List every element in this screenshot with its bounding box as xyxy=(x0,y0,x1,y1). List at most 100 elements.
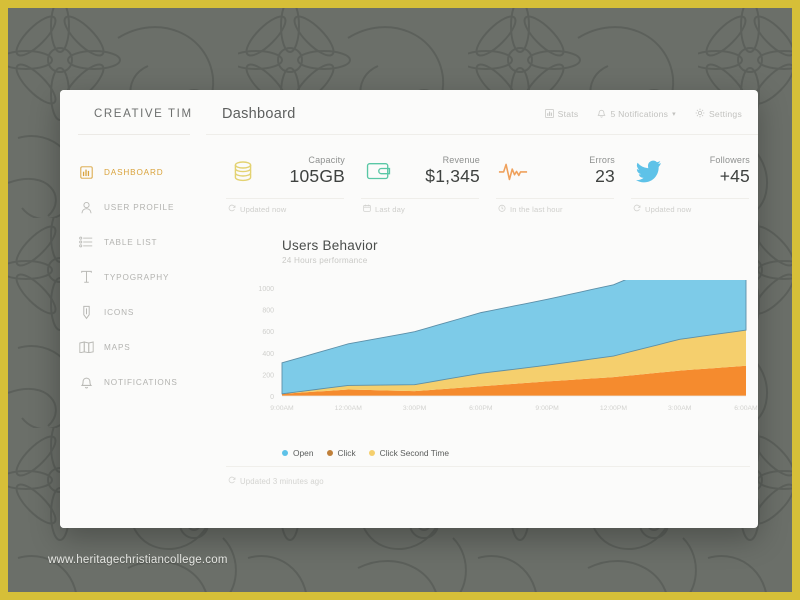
stat-footer-label: In the last hour xyxy=(510,204,563,214)
map-icon xyxy=(73,341,99,353)
legend-item-open[interactable]: Open xyxy=(282,448,314,458)
window-frame: www.heritagechristiancollege.com CREATIV… xyxy=(0,0,800,600)
table-list-icon xyxy=(73,236,99,248)
topnav-label: Stats xyxy=(557,109,579,119)
chart-subtitle: 24 Hours performance xyxy=(282,256,368,265)
svg-text:9:00AM: 9:00AM xyxy=(270,405,294,412)
sidebar-item-label: TYPOGRAPHY xyxy=(104,272,170,282)
stats-row: Capacity 105GB Updated now Revenue $1,34… xyxy=(220,148,758,226)
svg-text:200: 200 xyxy=(262,372,274,379)
svg-text:6:00PM: 6:00PM xyxy=(469,405,493,412)
svg-text:12:00PM: 12:00PM xyxy=(600,405,628,412)
sidebar-item-label: MAPS xyxy=(104,342,131,352)
bell-icon xyxy=(73,375,99,389)
legend-label: Click Second Time xyxy=(379,448,450,458)
stat-card-errors: Errors 23 In the last hour xyxy=(490,148,625,226)
sidebar-item-table-list[interactable]: TABLE LIST xyxy=(60,228,206,256)
stat-card-capacity: Capacity 105GB Updated now xyxy=(220,148,355,226)
dashboard-icon xyxy=(73,165,99,179)
stat-label: Errors xyxy=(589,155,615,165)
stat-footer: Last day xyxy=(363,204,490,214)
bell-icon xyxy=(597,108,606,120)
sidebar-item-label: ICONS xyxy=(104,307,135,317)
topnav-label: Settings xyxy=(708,109,742,119)
chart-title: Users Behavior xyxy=(282,238,378,253)
svg-text:6:00AM: 6:00AM xyxy=(734,405,758,412)
chevron-down-icon: ▾ xyxy=(672,111,676,118)
chart-footer: Updated 3 minutes ago xyxy=(228,476,324,486)
stat-footer: Updated now xyxy=(633,204,758,214)
pulse-icon xyxy=(490,159,536,183)
svg-text:3:00AM: 3:00AM xyxy=(668,405,692,412)
svg-text:9:00PM: 9:00PM xyxy=(535,405,559,412)
chart-panel: Users Behavior 24 Hours performance 0 200… xyxy=(220,238,758,518)
topnav-stats[interactable]: Stats xyxy=(544,108,579,120)
svg-text:3:00PM: 3:00PM xyxy=(403,405,427,412)
stat-divider xyxy=(496,198,614,199)
sidebar-item-typography[interactable]: TYPOGRAPHY xyxy=(60,263,206,291)
pencil-icon xyxy=(73,305,99,320)
svg-text:12:00AM: 12:00AM xyxy=(335,405,363,412)
sidebar-item-label: TABLE LIST xyxy=(104,237,158,247)
database-icon xyxy=(220,158,266,184)
refresh-icon xyxy=(633,204,641,214)
typography-icon xyxy=(73,270,99,284)
top-navigation: Stats 5 Notifications ▾ Settings xyxy=(544,108,742,120)
user-icon xyxy=(73,201,99,214)
sidebar-item-user-profile[interactable]: USER PROFILE xyxy=(60,193,206,221)
stat-footer-label: Updated now xyxy=(240,204,287,214)
refresh-icon xyxy=(228,476,236,486)
sidebar-divider xyxy=(78,134,190,135)
gear-icon xyxy=(695,108,705,120)
page-title: Dashboard xyxy=(222,106,296,122)
sidebar-item-dashboard[interactable]: DASHBOARD xyxy=(60,158,206,186)
sidebar-item-notifications[interactable]: NOTIFICATIONS xyxy=(60,368,206,396)
stat-divider xyxy=(631,198,749,199)
stat-footer-label: Last day xyxy=(375,204,405,214)
stat-value: 105GB xyxy=(289,166,345,186)
clock-icon xyxy=(498,204,506,214)
svg-text:0: 0 xyxy=(270,394,274,401)
chart-footer-label: Updated 3 minutes ago xyxy=(240,476,324,486)
users-behavior-area-chart[interactable]: 0 200 400 600 800 1000 9:00AM 12:00AM 3:00PM 6:00… xyxy=(220,280,758,420)
wallet-icon xyxy=(355,160,401,182)
stat-value: $1,345 xyxy=(425,166,480,186)
svg-text:400: 400 xyxy=(262,351,274,358)
sidebar-item-label: NOTIFICATIONS xyxy=(104,377,178,387)
topnav-notifications[interactable]: 5 Notifications ▾ xyxy=(597,108,676,120)
legend-dot-open xyxy=(282,450,288,456)
stats-icon xyxy=(544,108,554,120)
stat-card-revenue: Revenue $1,345 Last day xyxy=(355,148,490,226)
site-watermark: www.heritagechristiancollege.com xyxy=(48,554,228,566)
stat-label: Followers xyxy=(709,155,750,165)
chart-legend: Open Click Click Second Time xyxy=(282,448,449,458)
legend-dot-click-second-time xyxy=(368,450,375,456)
brand-title: CREATIVE TIM xyxy=(94,108,193,120)
dashboard-card: CREATIVE TIM DASHBOARD USER PROFILE TABL… xyxy=(60,90,758,528)
legend-item-click-second-time[interactable]: Click Second Time xyxy=(368,448,450,458)
sidebar: CREATIVE TIM DASHBOARD USER PROFILE TABL… xyxy=(60,90,206,528)
legend-item-click[interactable]: Click xyxy=(326,448,356,458)
stat-card-followers: Followers +45 Updated now xyxy=(625,148,758,226)
sidebar-item-icons[interactable]: ICONS xyxy=(60,298,206,326)
stat-divider xyxy=(361,198,479,199)
svg-text:800: 800 xyxy=(262,308,274,315)
stat-value: 23 xyxy=(595,166,615,186)
stat-value: +45 xyxy=(719,166,750,186)
stat-label: Revenue xyxy=(442,155,480,165)
svg-text:1000: 1000 xyxy=(258,286,274,293)
calendar-icon xyxy=(363,204,371,214)
topnav-settings[interactable]: Settings xyxy=(695,108,742,120)
stat-footer: Updated now xyxy=(228,204,355,214)
sidebar-item-label: DASHBOARD xyxy=(104,167,164,177)
svg-text:600: 600 xyxy=(262,329,274,336)
topnav-label: 5 Notifications xyxy=(610,109,669,119)
stat-divider xyxy=(226,198,344,199)
legend-dot-click xyxy=(326,450,333,456)
header-divider xyxy=(206,134,758,135)
refresh-icon xyxy=(228,204,236,214)
desktop-backdrop: www.heritagechristiancollege.com CREATIV… xyxy=(8,8,792,592)
legend-label: Click xyxy=(337,448,356,458)
sidebar-item-maps[interactable]: MAPS xyxy=(60,333,206,361)
stat-footer: In the last hour xyxy=(498,204,625,214)
